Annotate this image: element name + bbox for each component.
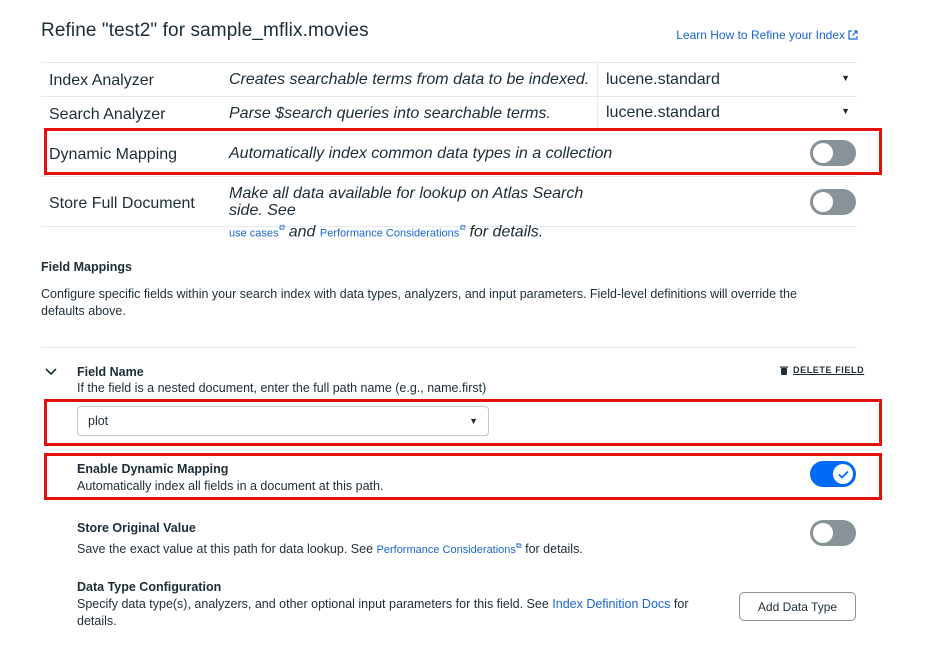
learn-refine-link[interactable]: Learn How to Refine your Index	[676, 28, 858, 42]
search-analyzer-label: Search Analyzer	[49, 106, 166, 123]
performance-considerations-link[interactable]: Performance Considerations	[320, 227, 459, 239]
toggle-knob	[813, 523, 833, 543]
page-title: Refine "test2" for sample_mflix.movies	[41, 20, 369, 41]
index-analyzer-label: Index Analyzer	[49, 72, 154, 89]
store-original-value-desc: Save the exact value at this path for da…	[77, 537, 583, 559]
store-full-document-label: Store Full Document	[49, 195, 195, 212]
data-type-config-desc: Specify data type(s), analyzers, and oth…	[77, 596, 717, 630]
field-name-hint: If the field is a nested document, enter…	[77, 381, 487, 395]
toggle-knob	[813, 192, 833, 212]
field-mappings-desc: Configure specific fields within your se…	[41, 287, 797, 318]
index-analyzer-select[interactable]: lucene.standard ▼	[597, 62, 860, 96]
use-cases-link[interactable]: use cases	[229, 227, 279, 239]
field-name-label: Field Name	[77, 365, 144, 379]
delete-field-button[interactable]: DELETE FIELD	[780, 365, 864, 375]
highlight-enable-dynamic-mapping	[44, 453, 882, 500]
for-details-text: for details.	[525, 542, 583, 557]
store-full-document-desc: Make all data available for lookup on At…	[229, 185, 589, 242]
data-type-config-label: Data Type Configuration	[77, 580, 222, 594]
store-original-value-label: Store Original Value	[77, 521, 196, 535]
highlight-field-name	[44, 399, 882, 446]
chevron-down-icon: ▼	[841, 73, 850, 83]
search-analyzer-select[interactable]: lucene.standard ▼	[597, 96, 860, 128]
store-full-desc-text: Make all data available for lookup on At…	[229, 185, 584, 219]
store-original-desc-text: Save the exact value at this path for da…	[77, 542, 374, 557]
delete-field-label: DELETE FIELD	[793, 365, 865, 375]
search-analyzer-value: lucene.standard	[606, 104, 720, 121]
add-data-type-button[interactable]: Add Data Type	[739, 592, 856, 621]
external-link-icon: ⧉	[515, 541, 522, 550]
performance-considerations-link[interactable]: Performance Considerations	[377, 544, 516, 556]
store-original-value-toggle[interactable]	[810, 520, 856, 546]
index-definition-docs-link[interactable]: Index Definition Docs	[552, 597, 670, 611]
external-link-icon: ⧉	[459, 223, 465, 232]
field-mappings-title: Field Mappings	[41, 260, 132, 274]
highlight-dynamic-mapping	[44, 128, 882, 175]
chevron-down-icon: ▼	[841, 106, 850, 116]
search-analyzer-row: Search Analyzer Parse $search queries in…	[41, 96, 857, 129]
trash-icon	[780, 366, 788, 375]
index-analyzer-desc: Creates searchable terms from data to be…	[229, 71, 590, 88]
field-divider	[41, 347, 857, 348]
search-analyzer-desc: Parse $search queries into searchable te…	[229, 105, 551, 122]
index-analyzer-row: Index Analyzer Creates searchable terms …	[41, 62, 857, 97]
store-full-document-row: Store Full Document Make all data availa…	[41, 176, 857, 240]
external-link-icon	[848, 30, 858, 40]
store-full-document-toggle[interactable]	[810, 189, 856, 215]
and-text: and	[288, 223, 316, 241]
index-analyzer-value: lucene.standard	[606, 71, 720, 88]
collapse-chevron-icon[interactable]	[45, 368, 57, 376]
external-link-icon: ⧉	[278, 223, 285, 232]
for-details-text: for details.	[469, 223, 544, 241]
learn-refine-link-label: Learn How to Refine your Index	[676, 28, 845, 42]
data-type-desc-text: Specify data type(s), analyzers, and oth…	[77, 597, 549, 611]
